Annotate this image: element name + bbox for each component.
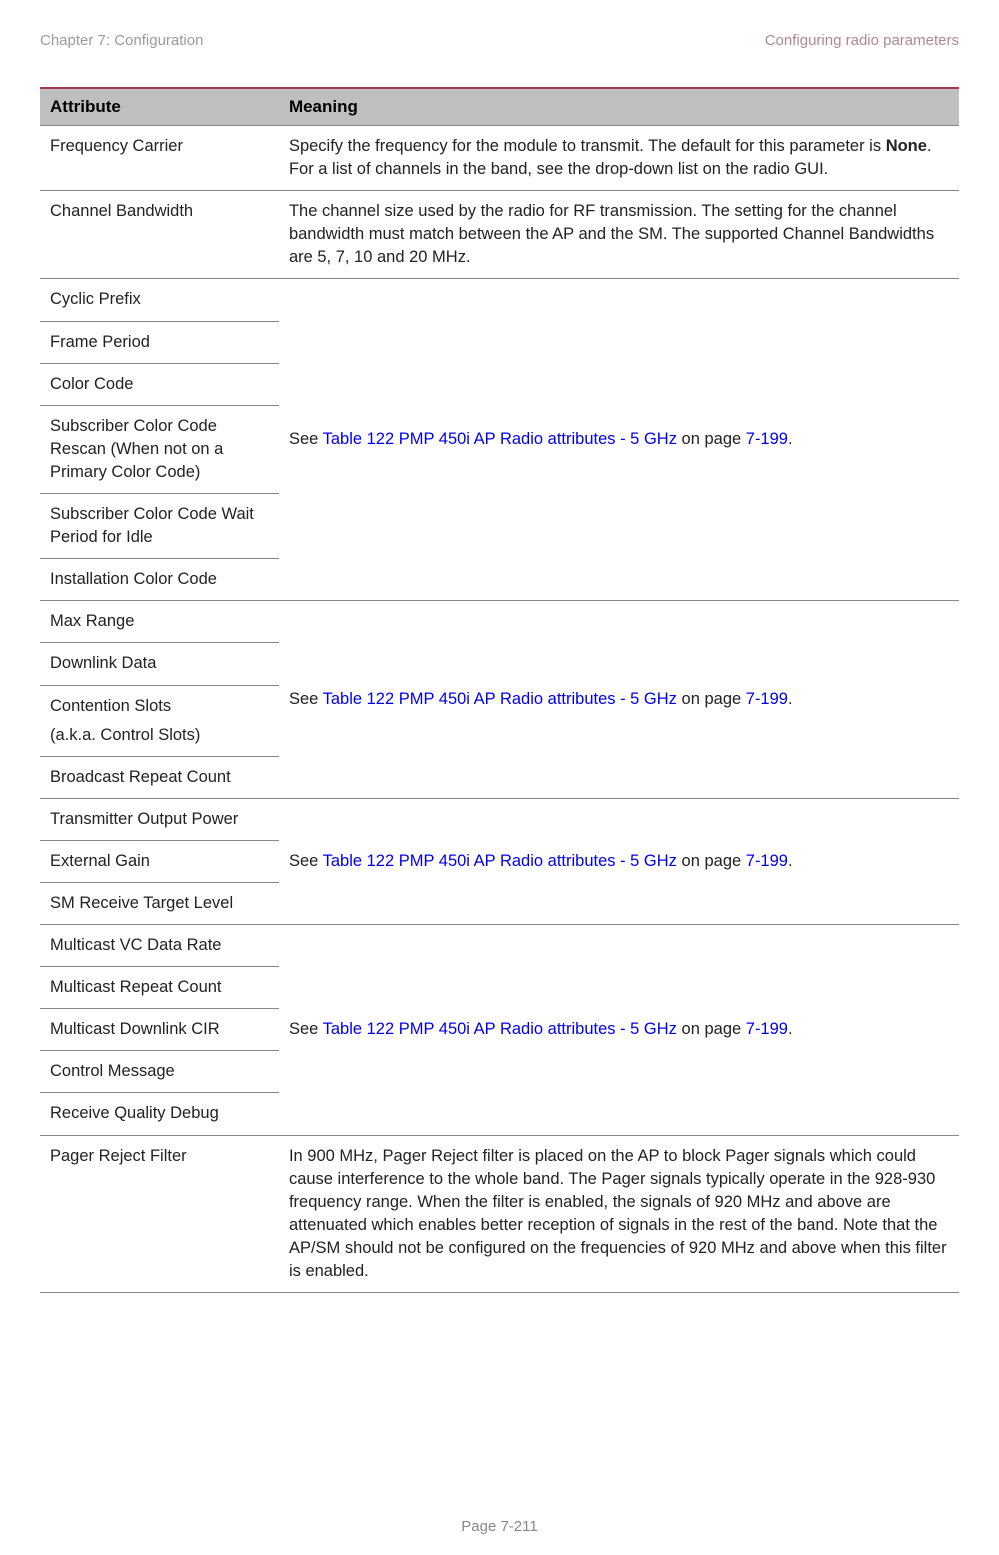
fc-none: None bbox=[886, 137, 927, 155]
table-row-frequency-carrier: Frequency Carrier Specify the frequency … bbox=[40, 126, 959, 191]
ref4-dot: . bbox=[788, 1020, 793, 1038]
ref4-link[interactable]: Table 122 PMP 450i AP Radio attributes -… bbox=[323, 1020, 682, 1038]
meaning-group2: See Table 122 PMP 450i AP Radio attribut… bbox=[279, 601, 959, 798]
ref3-page[interactable]: 7-199 bbox=[746, 852, 788, 870]
page-header: Chapter 7: Configuration Configuring rad… bbox=[40, 32, 959, 49]
ref2-dot: . bbox=[788, 690, 793, 708]
table-row-mc-vc-rate: Multicast VC Data Rate See Table 122 PMP… bbox=[40, 925, 959, 967]
ref1-page[interactable]: 7-199 bbox=[746, 430, 788, 448]
table-row-max-range: Max Range See Table 122 PMP 450i AP Radi… bbox=[40, 601, 959, 643]
attr-scc-wait: Subscriber Color Code Wait Period for Id… bbox=[40, 494, 279, 559]
ref2-see: See bbox=[289, 690, 323, 708]
ref1-on: on page bbox=[682, 430, 746, 448]
attr-rx-quality-dbg: Receive Quality Debug bbox=[40, 1093, 279, 1135]
meaning-pager-reject: In 900 MHz, Pager Reject filter is place… bbox=[279, 1135, 959, 1293]
contention-slots-sub: (a.k.a. Control Slots) bbox=[50, 724, 269, 747]
attr-broadcast-repeat: Broadcast Repeat Count bbox=[40, 756, 279, 798]
ref1-link2[interactable]: GHz bbox=[644, 430, 682, 448]
meaning-group4: See Table 122 PMP 450i AP Radio attribut… bbox=[279, 925, 959, 1135]
table-row-tx-out-power: Transmitter Output Power See Table 122 P… bbox=[40, 798, 959, 840]
attr-color-code: Color Code bbox=[40, 363, 279, 405]
page-footer: Page 7-211 bbox=[40, 1488, 959, 1535]
ref2-link[interactable]: Table 122 PMP 450i AP Radio attributes -… bbox=[323, 690, 682, 708]
ref2-page[interactable]: 7-199 bbox=[746, 690, 788, 708]
table-row-channel-bandwidth: Channel Bandwidth The channel size used … bbox=[40, 191, 959, 279]
ref2-on: on page bbox=[682, 690, 746, 708]
attr-scc-rescan: Subscriber Color Code Rescan (When not o… bbox=[40, 405, 279, 493]
attr-max-range: Max Range bbox=[40, 601, 279, 643]
ref3-on: on page bbox=[682, 852, 746, 870]
attr-ctrl-msg: Control Message bbox=[40, 1051, 279, 1093]
attr-downlink-data: Downlink Data bbox=[40, 643, 279, 685]
ref4-on: on page bbox=[682, 1020, 746, 1038]
attr-frame-period: Frame Period bbox=[40, 321, 279, 363]
ref1-link[interactable]: Table 122 PMP 450i AP Radio attributes -… bbox=[323, 430, 644, 448]
attr-contention-slots: Contention Slots (a.k.a. Control Slots) bbox=[40, 685, 279, 756]
col-meaning: Meaning bbox=[279, 88, 959, 126]
contention-slots-main: Contention Slots bbox=[50, 695, 269, 718]
table-row-pager-reject: Pager Reject Filter In 900 MHz, Pager Re… bbox=[40, 1135, 959, 1293]
header-left: Chapter 7: Configuration bbox=[40, 32, 203, 49]
col-attribute: Attribute bbox=[40, 88, 279, 126]
ref4-page[interactable]: 7-199 bbox=[746, 1020, 788, 1038]
attr-pager-reject: Pager Reject Filter bbox=[40, 1135, 279, 1293]
attributes-table: Attribute Meaning Frequency Carrier Spec… bbox=[40, 87, 959, 1293]
attr-mc-repeat: Multicast Repeat Count bbox=[40, 967, 279, 1009]
attr-cyclic-prefix: Cyclic Prefix bbox=[40, 279, 279, 321]
ref1-dot: . bbox=[788, 430, 793, 448]
table-row-cyclic-prefix: Cyclic Prefix See Table 122 PMP 450i AP … bbox=[40, 279, 959, 321]
ref1-see: See bbox=[289, 430, 323, 448]
attr-mc-vc-rate: Multicast VC Data Rate bbox=[40, 925, 279, 967]
attr-mc-dl-cir: Multicast Downlink CIR bbox=[40, 1009, 279, 1051]
fc-prefix: Specify the frequency for the module to … bbox=[289, 137, 886, 155]
attr-external-gain: External Gain bbox=[40, 840, 279, 882]
meaning-channel-bandwidth: The channel size used by the radio for R… bbox=[279, 191, 959, 279]
ref3-dot: . bbox=[788, 852, 793, 870]
table-header-row: Attribute Meaning bbox=[40, 88, 959, 126]
attr-sm-rx-target: SM Receive Target Level bbox=[40, 882, 279, 924]
attr-installation-color: Installation Color Code bbox=[40, 559, 279, 601]
ref4-see: See bbox=[289, 1020, 323, 1038]
meaning-group1: See Table 122 PMP 450i AP Radio attribut… bbox=[279, 279, 959, 601]
meaning-frequency-carrier: Specify the frequency for the module to … bbox=[279, 126, 959, 191]
meaning-group3: See Table 122 PMP 450i AP Radio attribut… bbox=[279, 798, 959, 924]
ref3-see: See bbox=[289, 852, 323, 870]
attr-frequency-carrier: Frequency Carrier bbox=[40, 126, 279, 191]
header-right: Configuring radio parameters bbox=[765, 32, 959, 49]
ref3-link[interactable]: Table 122 PMP 450i AP Radio attributes -… bbox=[323, 852, 682, 870]
attr-channel-bandwidth: Channel Bandwidth bbox=[40, 191, 279, 279]
attr-tx-out-power: Transmitter Output Power bbox=[40, 798, 279, 840]
